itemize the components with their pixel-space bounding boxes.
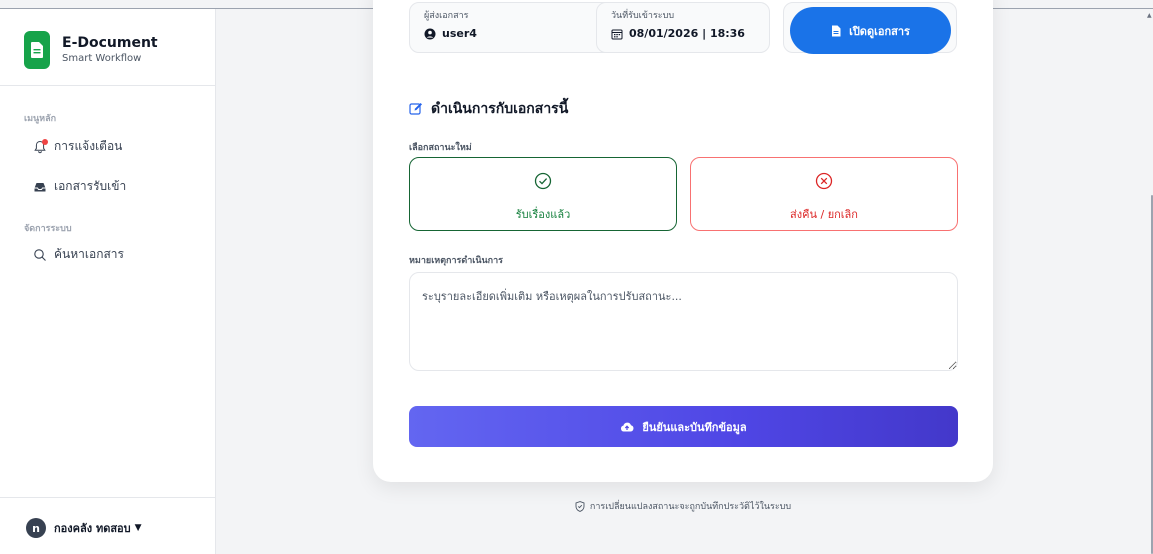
calendar-icon xyxy=(611,28,623,40)
sidebar-item-label: เอกสารรับเข้า xyxy=(54,179,127,193)
sidebar-item-label: ค้นหาเอกสาร xyxy=(54,247,124,261)
cloud-upload-icon xyxy=(620,421,634,433)
search-icon xyxy=(32,247,48,263)
edit-icon xyxy=(409,102,423,116)
open-document-label: เปิดดูเอกสาร xyxy=(849,24,910,38)
sidebar-item-inbox[interactable]: เอกสารรับเข้า xyxy=(32,177,126,196)
open-document-button[interactable]: เปิดดูเอกสาร xyxy=(790,7,951,54)
received-info-box: วันที่รับเข้าระบบ 08/01/2026 | 18:36 xyxy=(596,2,770,53)
sender-info-box: ผู้ส่งเอกสาร user4 xyxy=(409,2,617,53)
sidebar-divider xyxy=(0,85,215,86)
sidebar-divider xyxy=(0,497,215,498)
brand-subtitle: Smart Workflow xyxy=(62,53,142,64)
avatar: n xyxy=(26,518,46,538)
accept-label: รับเรื่องแล้ว xyxy=(515,208,571,221)
submit-label: ยืนยันและบันทึกข้อมูล xyxy=(642,421,747,434)
document-action-card: ผู้ส่งเอกสาร user4 วันที่รับเข้าระบบ 08/… xyxy=(373,0,993,482)
bell-icon xyxy=(32,138,48,155)
caret-down-icon: ▼ xyxy=(134,523,142,533)
file-icon xyxy=(831,25,841,37)
section-title-text: ดำเนินการกับเอกสารนี้ xyxy=(431,101,569,117)
reject-label: ส่งคืน / ยกเลิก xyxy=(790,208,858,221)
user-name: กองคลัง ทดสอบ xyxy=(54,522,131,535)
status-label: เลือกสถานะใหม่ xyxy=(409,143,472,153)
document-logo-icon xyxy=(24,31,50,69)
notification-dot xyxy=(42,138,48,145)
section-label-admin: จัดการระบบ xyxy=(24,224,72,234)
footnote: การเปลี่ยนแปลงสถานะจะถูกบันทึกประวัติไว้… xyxy=(373,499,993,513)
submit-button[interactable]: ยืนยันและบันทึกข้อมูล xyxy=(409,406,958,447)
sidebar-item-notifications[interactable]: การแจ้งเตือน xyxy=(32,137,122,156)
footnote-text: การเปลี่ยนแปลงสถานะจะถูกบันทึกประวัติไว้… xyxy=(589,502,792,512)
inbox-icon xyxy=(32,179,48,195)
sender-label: ผู้ส่งเอกสาร xyxy=(424,11,469,21)
sidebar-item-label: การแจ้งเตือน xyxy=(54,139,123,153)
user-menu[interactable]: n กองคลัง ทดสอบ ▼ xyxy=(26,518,142,538)
sidebar: E-Document Smart Workflow เมนูหลัก การแจ… xyxy=(0,9,216,554)
user-circle-icon xyxy=(424,28,436,40)
received-label: วันที่รับเข้าระบบ xyxy=(611,11,675,21)
sender-value: user4 xyxy=(442,27,477,40)
brand-title: E-Document xyxy=(62,35,158,51)
sidebar-item-search[interactable]: ค้นหาเอกสาร xyxy=(32,245,124,264)
shield-icon xyxy=(575,500,585,512)
note-label: หมายเหตุการดำเนินการ xyxy=(409,256,503,266)
received-value: 08/01/2026 | 18:36 xyxy=(629,27,745,40)
brand[interactable]: E-Document Smart Workflow xyxy=(24,31,158,69)
status-option-reject[interactable]: ส่งคืน / ยกเลิก xyxy=(690,157,958,231)
section-label-main: เมนูหลัก xyxy=(24,114,57,124)
status-option-accept[interactable]: รับเรื่องแล้ว xyxy=(409,157,677,231)
scroll-up-arrow-icon[interactable]: ▲ xyxy=(1147,12,1152,19)
note-textarea[interactable] xyxy=(409,272,958,371)
check-circle-icon xyxy=(410,172,676,190)
x-circle-icon xyxy=(691,172,957,190)
section-title: ดำเนินการกับเอกสารนี้ xyxy=(409,98,568,120)
